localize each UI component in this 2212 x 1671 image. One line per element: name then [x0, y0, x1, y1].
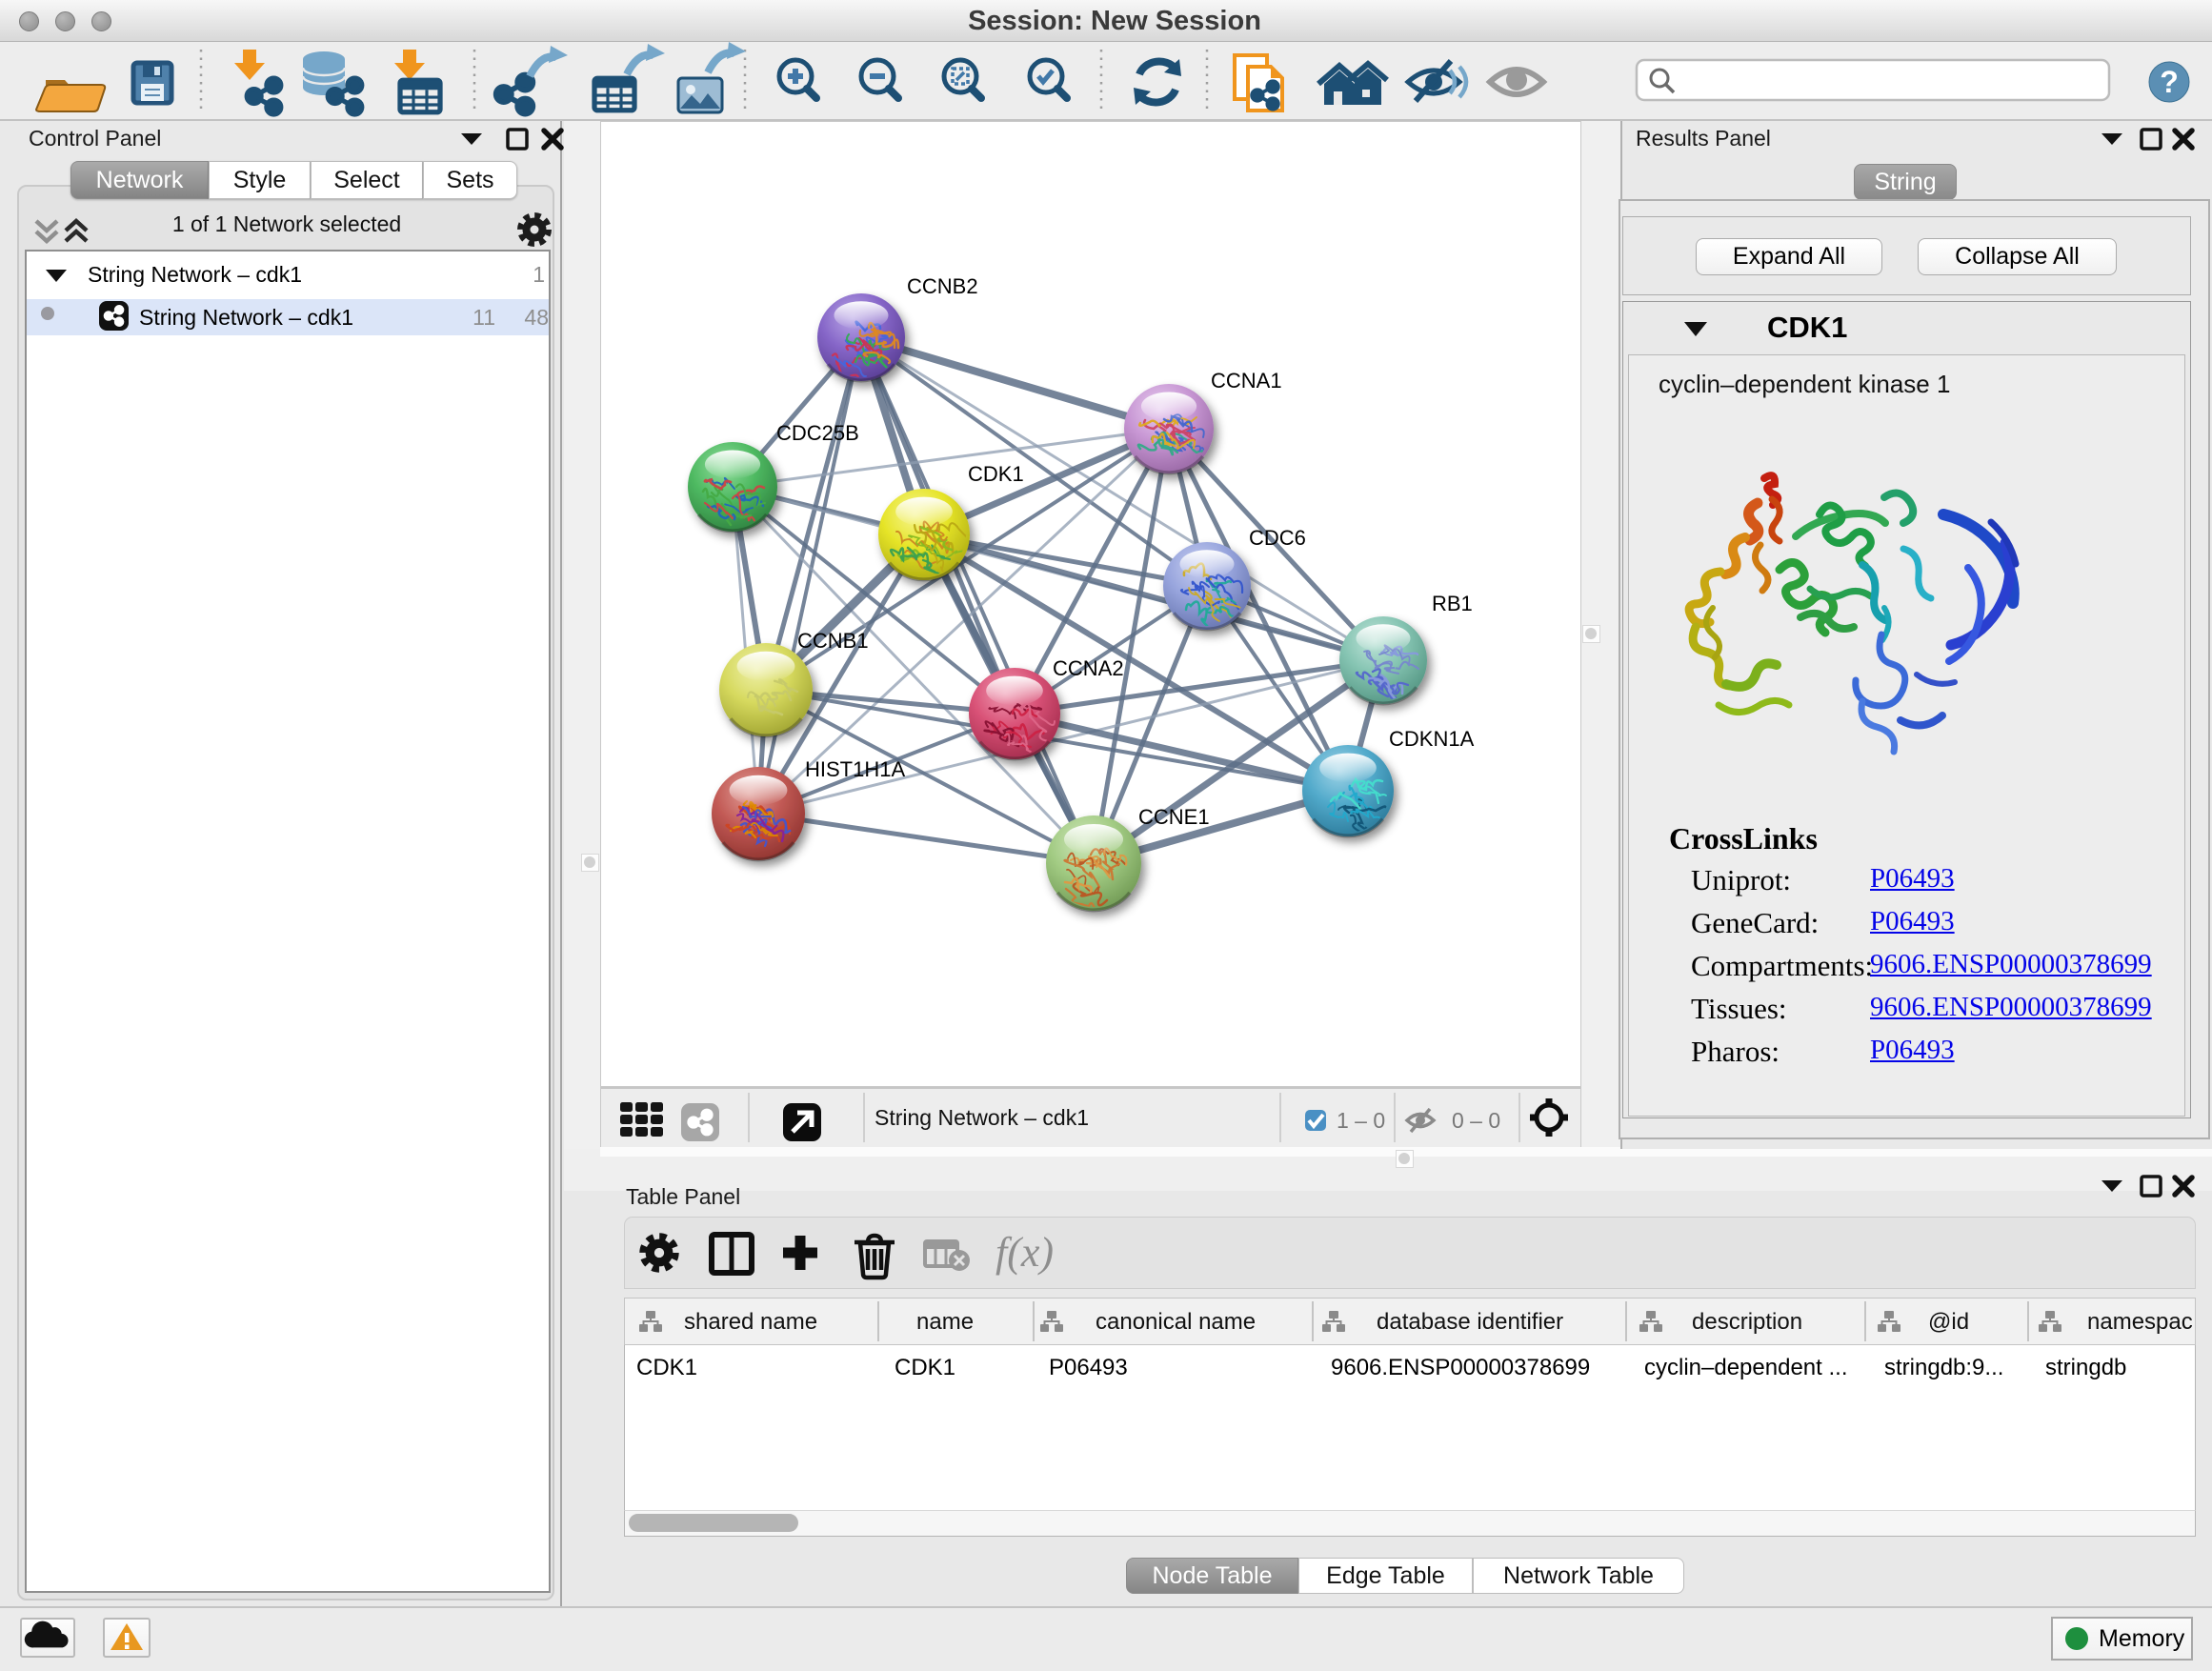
svg-text:CDC6: CDC6 [1249, 526, 1306, 550]
svg-text:RB1: RB1 [1432, 592, 1473, 615]
svg-text:CCNA1: CCNA1 [1211, 369, 1282, 393]
svg-text:1 – 0: 1 – 0 [1337, 1108, 1385, 1133]
svg-text:database identifier: database identifier [1377, 1309, 1563, 1335]
svg-text:CDK1: CDK1 [968, 462, 1024, 486]
svg-text:CDKN1A: CDKN1A [1389, 727, 1475, 751]
svg-text:@id: @id [1928, 1309, 1969, 1335]
svg-text:CDC25B: CDC25B [776, 421, 859, 445]
svg-text:0 – 0: 0 – 0 [1452, 1108, 1500, 1133]
svg-text:String Network – cdk1: String Network – cdk1 [875, 1105, 1089, 1130]
svg-text:f(x): f(x) [995, 1229, 1054, 1276]
svg-text:shared name: shared name [684, 1309, 817, 1335]
svg-text:HIST1H1A: HIST1H1A [805, 757, 905, 781]
svg-text:CCNE1: CCNE1 [1138, 805, 1210, 829]
svg-text:?: ? [2160, 65, 2179, 99]
svg-text:CCNB2: CCNB2 [907, 274, 978, 298]
svg-text:name: name [916, 1309, 974, 1335]
svg-text:canonical name: canonical name [1096, 1309, 1256, 1335]
svg-text:namespac: namespac [2087, 1309, 2193, 1335]
svg-text:CCNB1: CCNB1 [797, 629, 869, 653]
svg-text:CCNA2: CCNA2 [1053, 656, 1124, 680]
svg-text:description: description [1692, 1309, 1802, 1335]
